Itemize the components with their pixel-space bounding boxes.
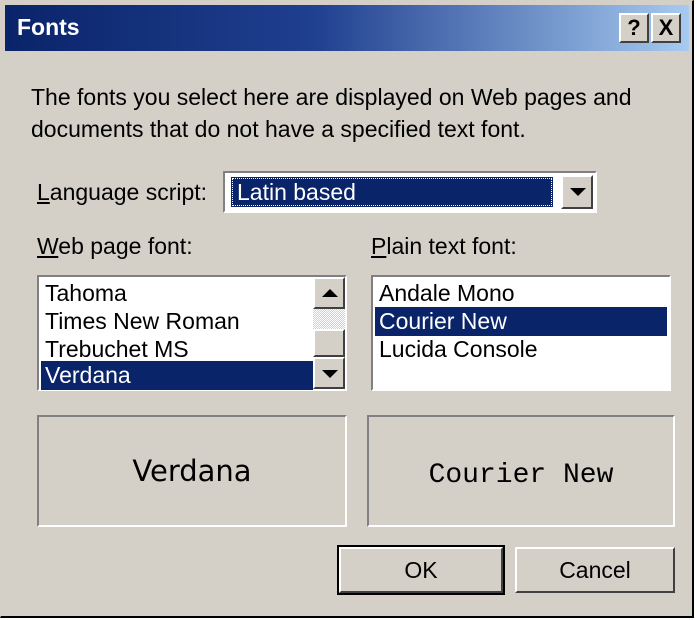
plain-text-font-preview-text: Courier New [428,459,614,491]
list-item-selected[interactable]: Courier New [375,307,667,336]
plain-text-font-label: Plain text font: [371,233,517,259]
list-item[interactable]: Lucida Console [375,335,667,364]
list-item[interactable]: Tahoma [41,279,313,308]
title-bar[interactable]: Fonts ? X [5,5,689,51]
plain-text-font-preview: Courier New [367,415,675,527]
language-script-select[interactable]: Latin based [223,171,597,213]
web-page-font-scrollbar[interactable] [313,277,345,389]
help-button[interactable]: ? [619,13,649,43]
close-button[interactable]: X [651,13,681,43]
language-script-label: Language script: [37,179,208,205]
close-icon: X [658,15,674,40]
plain-text-font-list[interactable]: Andale Mono Courier New Lucida Console [371,275,671,391]
chevron-up-icon [322,289,338,297]
web-page-font-preview: Verdana [37,415,347,527]
window-title: Fonts [17,14,80,40]
chevron-down-icon [322,370,338,378]
help-icon: ? [627,15,641,40]
list-item[interactable]: Trebuchet MS [41,335,313,364]
web-page-font-label: Web page font: [37,233,193,259]
web-page-font-list[interactable]: Tahoma Times New Roman Trebuchet MS Verd… [37,275,347,391]
ok-button[interactable]: OK [337,545,505,595]
language-script-dropdown-button[interactable] [561,175,593,209]
scroll-up-button[interactable] [313,277,345,309]
list-item[interactable]: Times New Roman [41,307,313,336]
language-script-value: Latin based [231,177,553,207]
chevron-down-icon [570,188,586,196]
description-text: The fonts you select here are displayed … [31,84,632,142]
web-page-font-preview-text: Verdana [132,454,252,488]
scroll-thumb[interactable] [313,329,345,357]
cancel-button[interactable]: Cancel [515,547,675,593]
fonts-dialog: Fonts ? X The fonts you select here are … [0,0,694,618]
list-item[interactable]: Andale Mono [375,279,667,308]
scroll-down-button[interactable] [313,357,345,389]
list-item-selected[interactable]: Verdana [41,361,313,390]
